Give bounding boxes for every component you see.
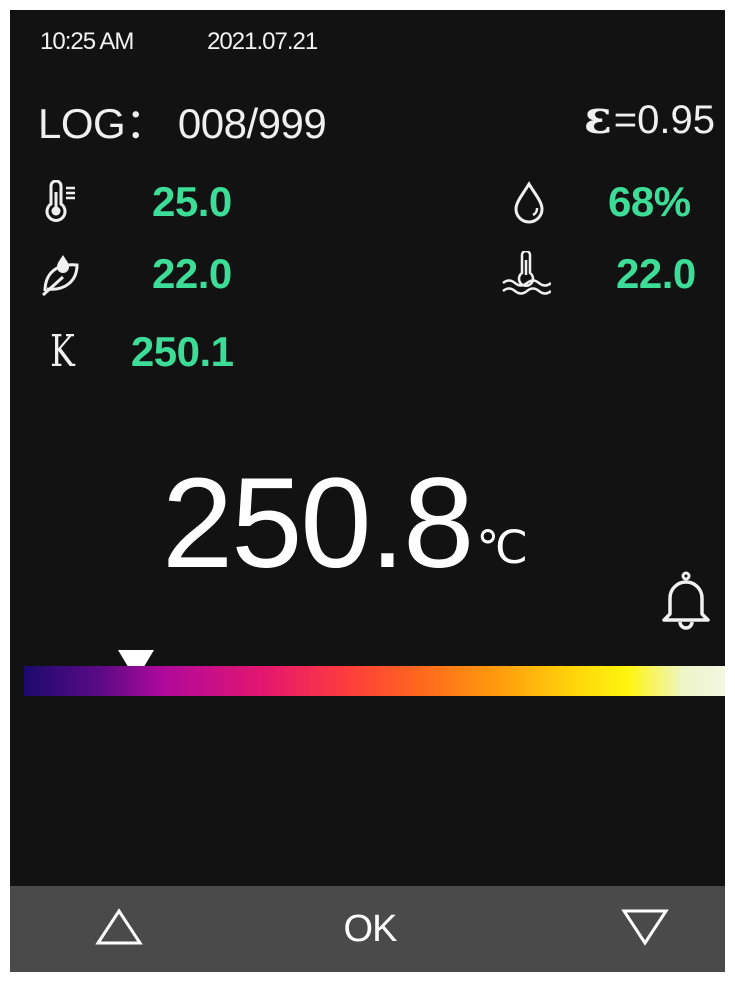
- humidity-value: 68%: [608, 178, 691, 225]
- status-bar: 10:25 AM 2021.07.21: [40, 28, 318, 56]
- up-button[interactable]: [84, 886, 154, 972]
- main-temperature-value: 250.8: [162, 452, 474, 595]
- ambient-temp-value: 25.0: [152, 178, 232, 225]
- thermocouple-type-label: K: [50, 326, 75, 377]
- status-time: 10:25 AM: [40, 28, 134, 55]
- wet-bulb-reading: 22.0: [500, 250, 696, 298]
- ok-button[interactable]: OK: [320, 886, 420, 972]
- thermocouple-reading: K 250.1: [46, 326, 234, 377]
- water-drop-icon: [506, 179, 552, 225]
- wet-bulb-value: 22.0: [616, 250, 696, 297]
- temperature-color-scale: [24, 666, 725, 696]
- triangle-up-icon: [95, 907, 143, 952]
- status-date: 2021.07.21: [207, 28, 318, 55]
- main-temperature-unit: ℃: [476, 521, 528, 573]
- dew-point-value: 22.0: [152, 250, 232, 297]
- triangle-down-icon: [621, 907, 669, 952]
- ambient-temp-reading: 25.0: [38, 178, 232, 226]
- log-counter: LOG： 008/999: [38, 100, 327, 147]
- leaf-drop-icon: [38, 251, 84, 297]
- thermometer-icon: [38, 179, 84, 225]
- device-screen: 10:25 AM 2021.07.21 LOG： 008/999 ε=0.95 …: [10, 10, 725, 972]
- water-thermometer-icon: [500, 251, 552, 297]
- emissivity-display: ε=0.95: [584, 90, 715, 144]
- dew-point-reading: 22.0: [38, 250, 232, 298]
- thermocouple-value: 250.1: [130, 327, 234, 375]
- down-button[interactable]: [610, 886, 680, 972]
- emissivity-value: =0.95: [613, 98, 715, 142]
- bottom-control-bar: OK: [10, 886, 725, 972]
- humidity-reading: 68%: [506, 178, 691, 226]
- bell-icon[interactable]: [658, 570, 714, 637]
- main-temperature: 250.8℃: [162, 450, 528, 597]
- emissivity-symbol: ε: [583, 90, 612, 144]
- ok-button-label: OK: [343, 907, 398, 950]
